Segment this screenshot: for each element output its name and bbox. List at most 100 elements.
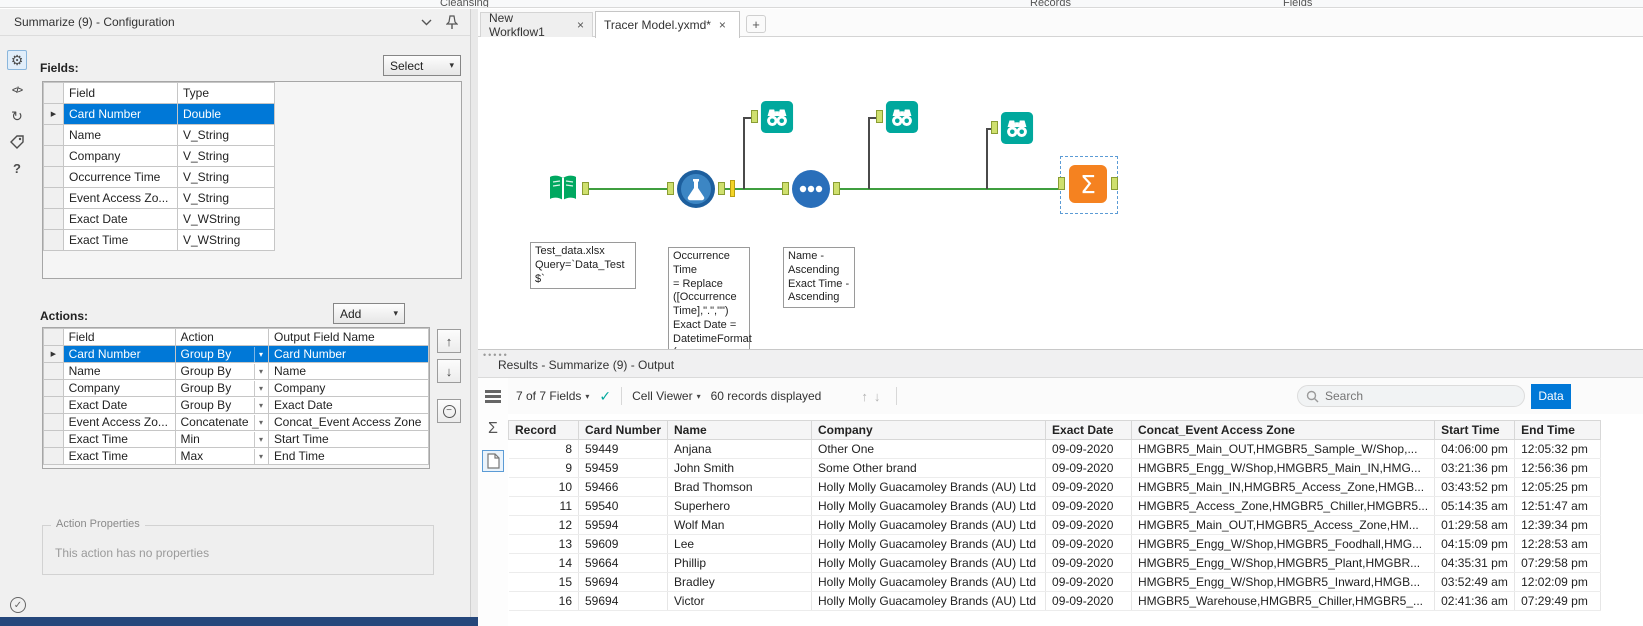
results-cell[interactable]: Other One <box>811 439 1047 459</box>
results-cell[interactable]: 59449 <box>578 439 669 459</box>
fields-table-row[interactable]: Exact Date V_WString <box>43 208 275 230</box>
add-dropdown-button[interactable]: Add ▾ <box>333 303 405 324</box>
field-name-cell[interactable]: Card Number <box>63 103 178 125</box>
results-column-header[interactable]: Name <box>667 420 813 440</box>
search-input[interactable] <box>1325 389 1505 403</box>
tab-tracer-model[interactable]: Tracer Model.yxmd* × <box>595 11 740 38</box>
results-cell[interactable]: HMGBR5_Main_OUT,HMGBR5_Sample_W/Shop,... <box>1131 439 1436 459</box>
action-select-cell[interactable]: Group By ▾ <box>174 379 270 397</box>
results-cell[interactable]: 01:29:58 am <box>1434 515 1516 535</box>
results-cell[interactable]: Holly Molly Guacamoley Brands (AU) Ltd <box>811 553 1047 573</box>
row-marker[interactable] <box>43 145 64 167</box>
browse-tool-1[interactable] <box>751 100 794 134</box>
field-type-cell[interactable]: V_WString <box>177 229 275 251</box>
results-cell[interactable]: 59664 <box>578 553 669 573</box>
fields-table-row[interactable]: Event Access Zo... V_String <box>43 187 275 209</box>
results-cell[interactable]: 09-09-2020 <box>1045 439 1133 459</box>
results-cell[interactable]: Lee <box>667 534 813 554</box>
field-type-cell[interactable]: V_String <box>177 124 275 146</box>
results-cell[interactable]: Holly Molly Guacamoley Brands (AU) Ltd <box>811 477 1047 497</box>
row-marker[interactable] <box>43 166 64 188</box>
collapse-chevron-icon[interactable] <box>421 15 432 29</box>
results-row[interactable]: 10 59466 Brad Thomson Holly Molly Guacamole… <box>508 477 1602 497</box>
output-anchor[interactable] <box>718 182 725 195</box>
results-cell[interactable]: 12:05:25 pm <box>1514 477 1602 497</box>
field-name-cell[interactable]: Exact Date <box>63 208 178 230</box>
summarize-tool[interactable]: Σ <box>1058 164 1118 204</box>
field-name-cell[interactable]: Company <box>63 145 178 167</box>
output-field-cell[interactable]: End Time <box>268 447 429 465</box>
input-anchor[interactable] <box>667 182 674 195</box>
results-cell[interactable]: 59594 <box>578 515 669 535</box>
field-type-cell[interactable]: V_WString <box>177 208 275 230</box>
results-cell[interactable]: 03:21:36 pm <box>1434 458 1516 478</box>
action-select-cell[interactable]: Concatenate ▾ <box>174 413 270 431</box>
results-cell[interactable]: HMGBR5_Main_OUT,HMGBR5_Access_Zone,HM... <box>1131 515 1436 535</box>
results-column-header[interactable]: End Time <box>1514 420 1602 440</box>
results-cell[interactable]: 04:35:31 pm <box>1434 553 1516 573</box>
results-column-header[interactable]: Concat_Event Access Zone <box>1131 420 1436 440</box>
row-marker[interactable]: ▶ <box>43 103 64 125</box>
results-cell[interactable]: Brad Thomson <box>667 477 813 497</box>
results-cell[interactable]: 16 <box>508 591 579 611</box>
output-anchor[interactable] <box>582 182 589 195</box>
dropdown-arrow-icon[interactable]: ▾ <box>254 431 263 447</box>
results-cell[interactable]: John Smith <box>667 458 813 478</box>
field-type-cell[interactable]: Double <box>177 103 275 125</box>
results-cell[interactable]: 59694 <box>578 591 669 611</box>
results-cell[interactable]: Wolf Man <box>667 515 813 535</box>
action-field-cell[interactable]: Company <box>62 379 176 397</box>
row-marker[interactable] <box>43 362 64 380</box>
row-marker[interactable] <box>43 124 64 146</box>
action-field-cell[interactable]: Exact Date <box>62 396 176 414</box>
action-field-cell[interactable]: Name <box>62 362 176 380</box>
output-field-cell[interactable]: Company <box>268 379 429 397</box>
field-name-cell[interactable]: Exact Time <box>63 229 178 251</box>
close-tab-icon[interactable]: × <box>719 18 726 32</box>
field-type-cell[interactable]: V_String <box>177 187 275 209</box>
results-cell[interactable]: 09-09-2020 <box>1045 477 1133 497</box>
results-cell[interactable]: Holly Molly Guacamoley Brands (AU) Ltd <box>811 515 1047 535</box>
results-cell[interactable]: Anjana <box>667 439 813 459</box>
results-cell[interactable]: 59694 <box>578 572 669 592</box>
results-cell[interactable]: HMGBR5_Warehouse,HMGBR5_Chiller,HMGBR5_.… <box>1131 591 1436 611</box>
action-column-header[interactable]: Action <box>174 328 270 346</box>
connection-line[interactable] <box>986 128 988 189</box>
results-cell[interactable]: 09-09-2020 <box>1045 515 1133 535</box>
remove-action-button[interactable]: − <box>437 399 461 423</box>
field-column-header[interactable]: Field <box>63 82 178 104</box>
dropdown-arrow-icon[interactable]: ▾ <box>254 346 263 362</box>
actions-table-row[interactable]: Company Group By ▾ Company <box>43 379 429 397</box>
output-field-cell[interactable]: Exact Date <box>268 396 429 414</box>
output-field-cell[interactable]: Start Time <box>268 430 429 448</box>
row-marker[interactable] <box>43 447 64 465</box>
results-cell[interactable]: HMGBR5_Access_Zone,HMGBR5_Chiller,HMGBR5… <box>1131 496 1436 516</box>
results-cell[interactable]: 09-09-2020 <box>1045 553 1133 573</box>
results-cell[interactable]: HMGBR5_Engg_W/Shop,HMGBR5_Inward,HMGB... <box>1131 572 1436 592</box>
results-row[interactable]: 12 59594 Wolf Man Holly Molly Guacamoley Br… <box>508 515 1602 535</box>
results-cell[interactable]: 59609 <box>578 534 669 554</box>
configuration-tab-icon[interactable]: ⚙ <box>7 50 27 70</box>
action-field-cell[interactable]: Event Access Zo... <box>62 413 176 431</box>
results-cell[interactable]: 11 <box>508 496 579 516</box>
row-marker[interactable]: ▶ <box>43 345 64 363</box>
actions-table-row[interactable]: ▶ Card Number Group By ▾ Card Number <box>43 345 429 363</box>
output-field-cell[interactable]: Card Number <box>268 345 429 363</box>
results-row[interactable]: 9 59459 John Smith Some Other brand 09-09-20… <box>508 458 1602 478</box>
pin-icon[interactable] <box>445 15 459 33</box>
connection-line[interactable] <box>838 188 1060 190</box>
output-field-cell[interactable]: Name <box>268 362 429 380</box>
input-anchor[interactable] <box>876 110 883 123</box>
results-row[interactable]: 14 59664 Phillip Holly Molly Guacamoley Bra… <box>508 553 1602 573</box>
results-cell[interactable]: HMGBR5_Engg_W/Shop,HMGBR5_Foodhall,HMG..… <box>1131 534 1436 554</box>
results-cell[interactable]: 09-09-2020 <box>1045 572 1133 592</box>
results-cell[interactable]: 59540 <box>578 496 669 516</box>
row-marker[interactable] <box>43 413 64 431</box>
connection-line[interactable] <box>868 117 870 189</box>
dropdown-arrow-icon[interactable]: ▾ <box>254 414 263 430</box>
row-marker[interactable] <box>43 396 64 414</box>
dropdown-arrow-icon[interactable]: ▾ <box>254 397 263 413</box>
move-up-button[interactable]: ↑ <box>437 329 461 353</box>
fields-table-row[interactable]: ▶ Card Number Double <box>43 103 275 125</box>
action-select-cell[interactable]: Group By ▾ <box>174 345 270 363</box>
